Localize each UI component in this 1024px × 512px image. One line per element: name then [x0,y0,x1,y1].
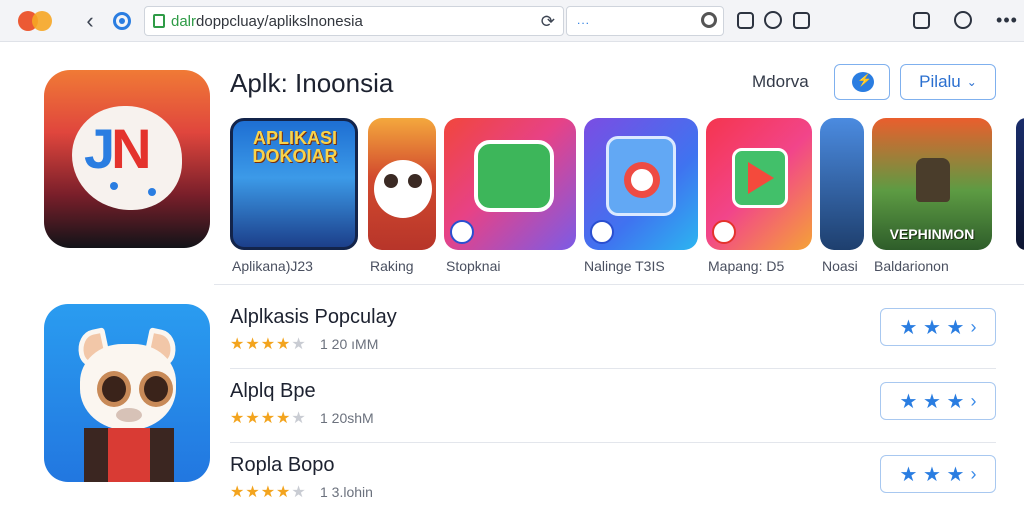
tabs-icon[interactable] [734,9,756,31]
app-meta: 1 20shM [320,410,374,426]
app-badge-icon [450,220,474,244]
popular-app-name[interactable]: Alplq Bpe [230,380,316,403]
browser-logo-icon [18,11,58,31]
search-placeholder: ... [577,13,591,27]
featured-app-label[interactable]: Mapang: D5 [708,258,784,274]
play-icon [748,162,774,194]
featured-app-tile[interactable] [706,118,812,250]
menu-dots-icon[interactable]: ••• [996,9,1018,31]
chevron-right-icon: › [970,390,977,411]
popular-app-name[interactable]: Alplkasis Popculay [230,306,397,329]
address-bar[interactable]: dalrdoppcluay/aplikslnonesia ⟳ [144,6,564,36]
app-meta: 1 3.lohin [320,484,373,500]
share-icon[interactable] [790,9,812,31]
page-title: Aplk: Inoonsia [230,68,394,98]
featured-app-label[interactable]: Baldarionon [874,258,949,274]
profile-icon[interactable] [952,9,974,31]
app-hero-icon[interactable]: JN [44,70,210,248]
featured-app-label[interactable]: Stopknai [446,258,500,274]
featured-app-tile[interactable] [584,118,698,250]
url-text[interactable]: dalrdoppcluay/aplikslnonesia [171,13,363,30]
chevron-right-icon: › [970,316,977,337]
browser-home-icon[interactable] [110,9,134,33]
featured-app-label[interactable]: Nalinge T3IS [584,258,665,274]
back-arrow-icon[interactable]: ‹ [78,8,102,33]
featured-app-tile-partial[interactable] [1016,118,1024,250]
search-icon[interactable] [701,12,717,28]
popular-app-name[interactable]: Ropla Bopo [230,454,335,477]
featured-app-tile[interactable]: APLIKASI DOKOIAR [230,118,358,250]
reload-icon[interactable]: ⟳ [541,12,555,32]
featured-app-tile[interactable] [368,118,436,250]
app-badge-icon [712,220,736,244]
featured-app-label[interactable]: Raking [370,258,414,274]
rate-button[interactable]: ★ ★ ★ › [880,308,996,346]
record-icon[interactable] [762,9,784,31]
category-dropdown[interactable]: Pilalu ⌄ [900,64,996,100]
row-divider [230,368,996,369]
rating-stars: ★★★★★ [230,410,307,427]
message-button[interactable] [834,64,890,100]
browser-toolbar: ‹ dalrdoppcluay/aplikslnonesia ⟳ ... ••• [0,0,1024,42]
featured-app-label[interactable]: Aplikana)J23 [232,258,313,274]
rate-button[interactable]: ★ ★ ★ › [880,382,996,420]
search-input[interactable]: ... [566,6,724,36]
dropdown-label: Pilalu [919,72,961,91]
row-divider [230,442,996,443]
chevron-down-icon: ⌄ [966,75,977,89]
featured-app-tile[interactable] [444,118,576,250]
chevron-right-icon: › [970,463,977,484]
featured-app-label[interactable]: Noasi [822,258,858,274]
featured-app-tile[interactable]: VEPHINMON [872,118,992,250]
tile-art-text: VEPHINMON [889,226,975,242]
app-meta: 1 20 ıMM [320,336,379,352]
downloads-icon[interactable] [910,9,932,31]
language-label[interactable]: Mdorva [752,72,809,92]
rate-button[interactable]: ★ ★ ★ › [880,455,996,493]
section-divider [214,284,1024,285]
lock-icon [153,14,165,28]
rating-stars: ★★★★★ [230,336,307,353]
popular-app-icon[interactable] [44,304,210,482]
app-badge-icon [590,220,614,244]
rating-stars: ★★★★★ [230,484,307,501]
featured-app-tile[interactable] [820,118,864,250]
chat-bubble-icon [852,72,874,92]
tile-art-text: APLIKASI DOKOIAR [252,128,338,166]
